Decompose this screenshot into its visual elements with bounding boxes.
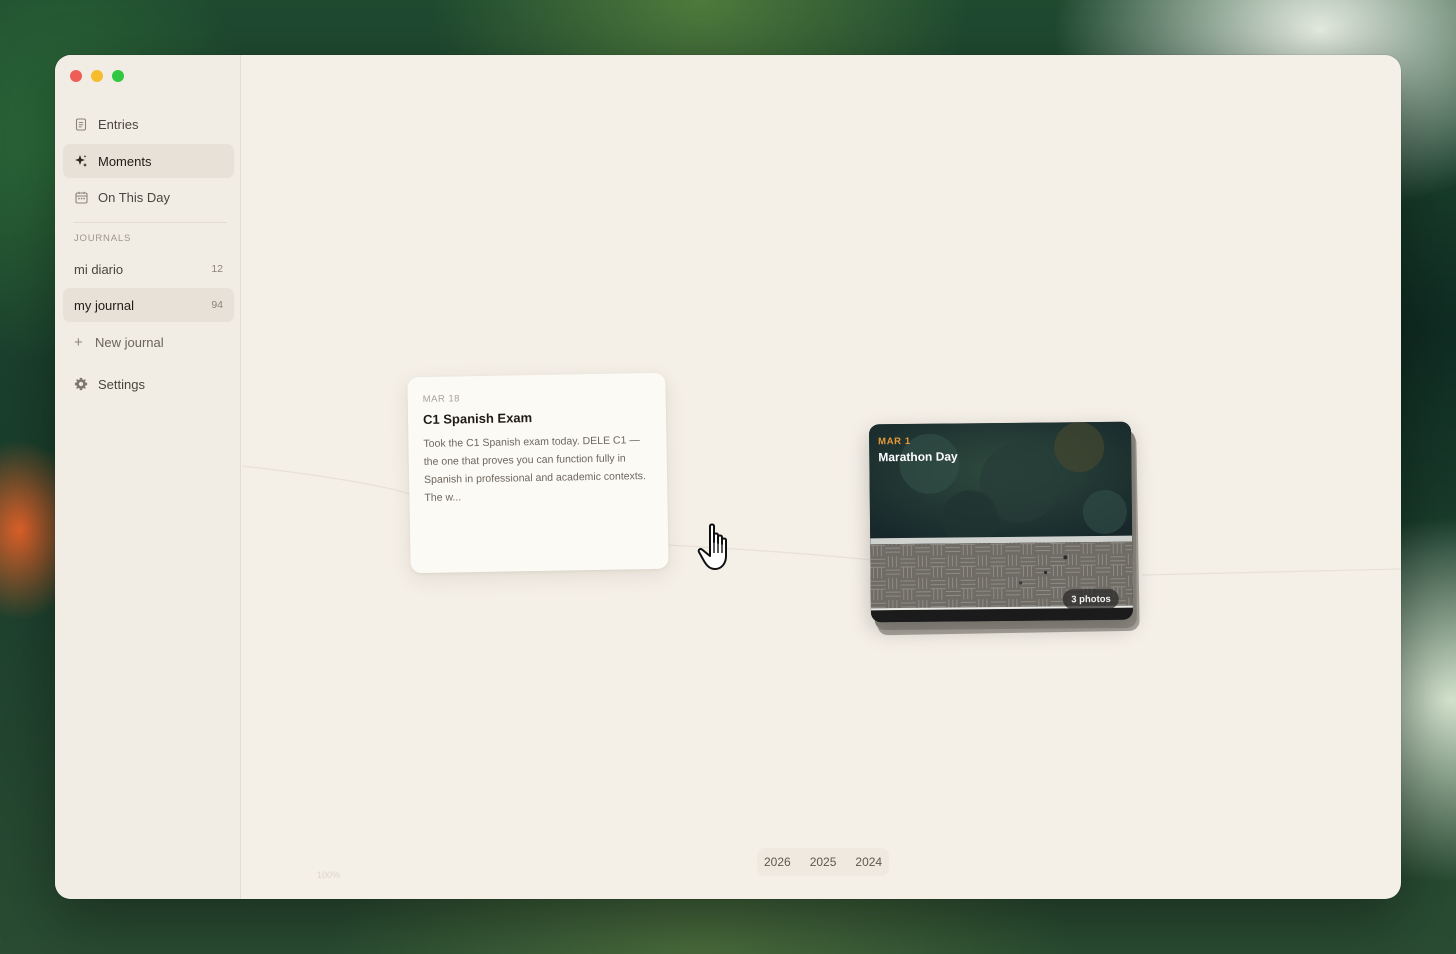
year-button-2026[interactable]: 2026 [763, 855, 792, 869]
settings-button[interactable]: Settings [63, 367, 234, 401]
sidebar-item-entries[interactable]: Entries [63, 107, 234, 141]
close-button[interactable] [70, 70, 82, 82]
journal-name: my journal [74, 297, 134, 313]
sidebar-item-moments[interactable]: Moments [63, 144, 234, 178]
moment-title: Marathon Day [878, 449, 958, 465]
hand-cursor-icon [697, 523, 727, 570]
journal-count: 12 [211, 263, 223, 275]
new-journal-label: New journal [95, 334, 164, 350]
new-journal-button[interactable]: + New journal [63, 325, 234, 359]
photo-cover: MAR 1 Marathon Day 3 photos [868, 421, 1134, 623]
app-window: Entries Moments On This Day JOURNALS mi … [55, 55, 1401, 899]
moments-canvas[interactable]: MAR 18 C1 Spanish Exam Took the C1 Spani… [242, 55, 1401, 899]
journals-heading: JOURNALS [74, 233, 132, 244]
moment-title: C1 Spanish Exam [422, 410, 533, 427]
moment-date: MAR 1 [878, 435, 911, 448]
minimize-button[interactable] [91, 70, 103, 82]
journal-item-mi-diario[interactable]: mi diario 12 [63, 252, 234, 286]
calendar-icon [74, 190, 88, 204]
traffic-lights [70, 70, 124, 82]
sparkle-icon [74, 154, 88, 168]
document-icon [74, 117, 88, 131]
sidebar-item-on-this-day[interactable]: On This Day [63, 180, 234, 214]
zoom-level: 100% [317, 870, 341, 880]
sidebar: Entries Moments On This Day JOURNALS mi … [55, 55, 241, 899]
photo-count-badge: 3 photos [1063, 588, 1119, 610]
year-navigation: 2026 2025 2024 [757, 848, 890, 876]
sidebar-item-label: On This Day [98, 189, 171, 205]
journal-item-my-journal[interactable]: my journal 94 [63, 288, 234, 322]
year-button-2024[interactable]: 2024 [854, 855, 883, 869]
moment-card-marathon-day[interactable]: MAR 1 Marathon Day 3 photos [868, 421, 1140, 636]
sidebar-divider [73, 222, 227, 223]
gear-icon [74, 377, 88, 391]
journal-name: mi diario [74, 261, 124, 277]
journal-count: 94 [211, 299, 223, 311]
year-button-2025[interactable]: 2025 [809, 855, 838, 869]
settings-label: Settings [98, 376, 145, 392]
moment-card-c1-spanish-exam[interactable]: MAR 18 C1 Spanish Exam Took the C1 Spani… [407, 372, 669, 574]
moment-date: MAR 18 [422, 393, 461, 406]
sidebar-item-label: Moments [98, 153, 152, 169]
moment-excerpt: Took the C1 Spanish exam today. DELE C1 … [423, 434, 646, 504]
sidebar-item-label: Entries [98, 116, 139, 132]
plus-icon: + [74, 333, 83, 351]
zoom-button[interactable] [112, 70, 124, 82]
